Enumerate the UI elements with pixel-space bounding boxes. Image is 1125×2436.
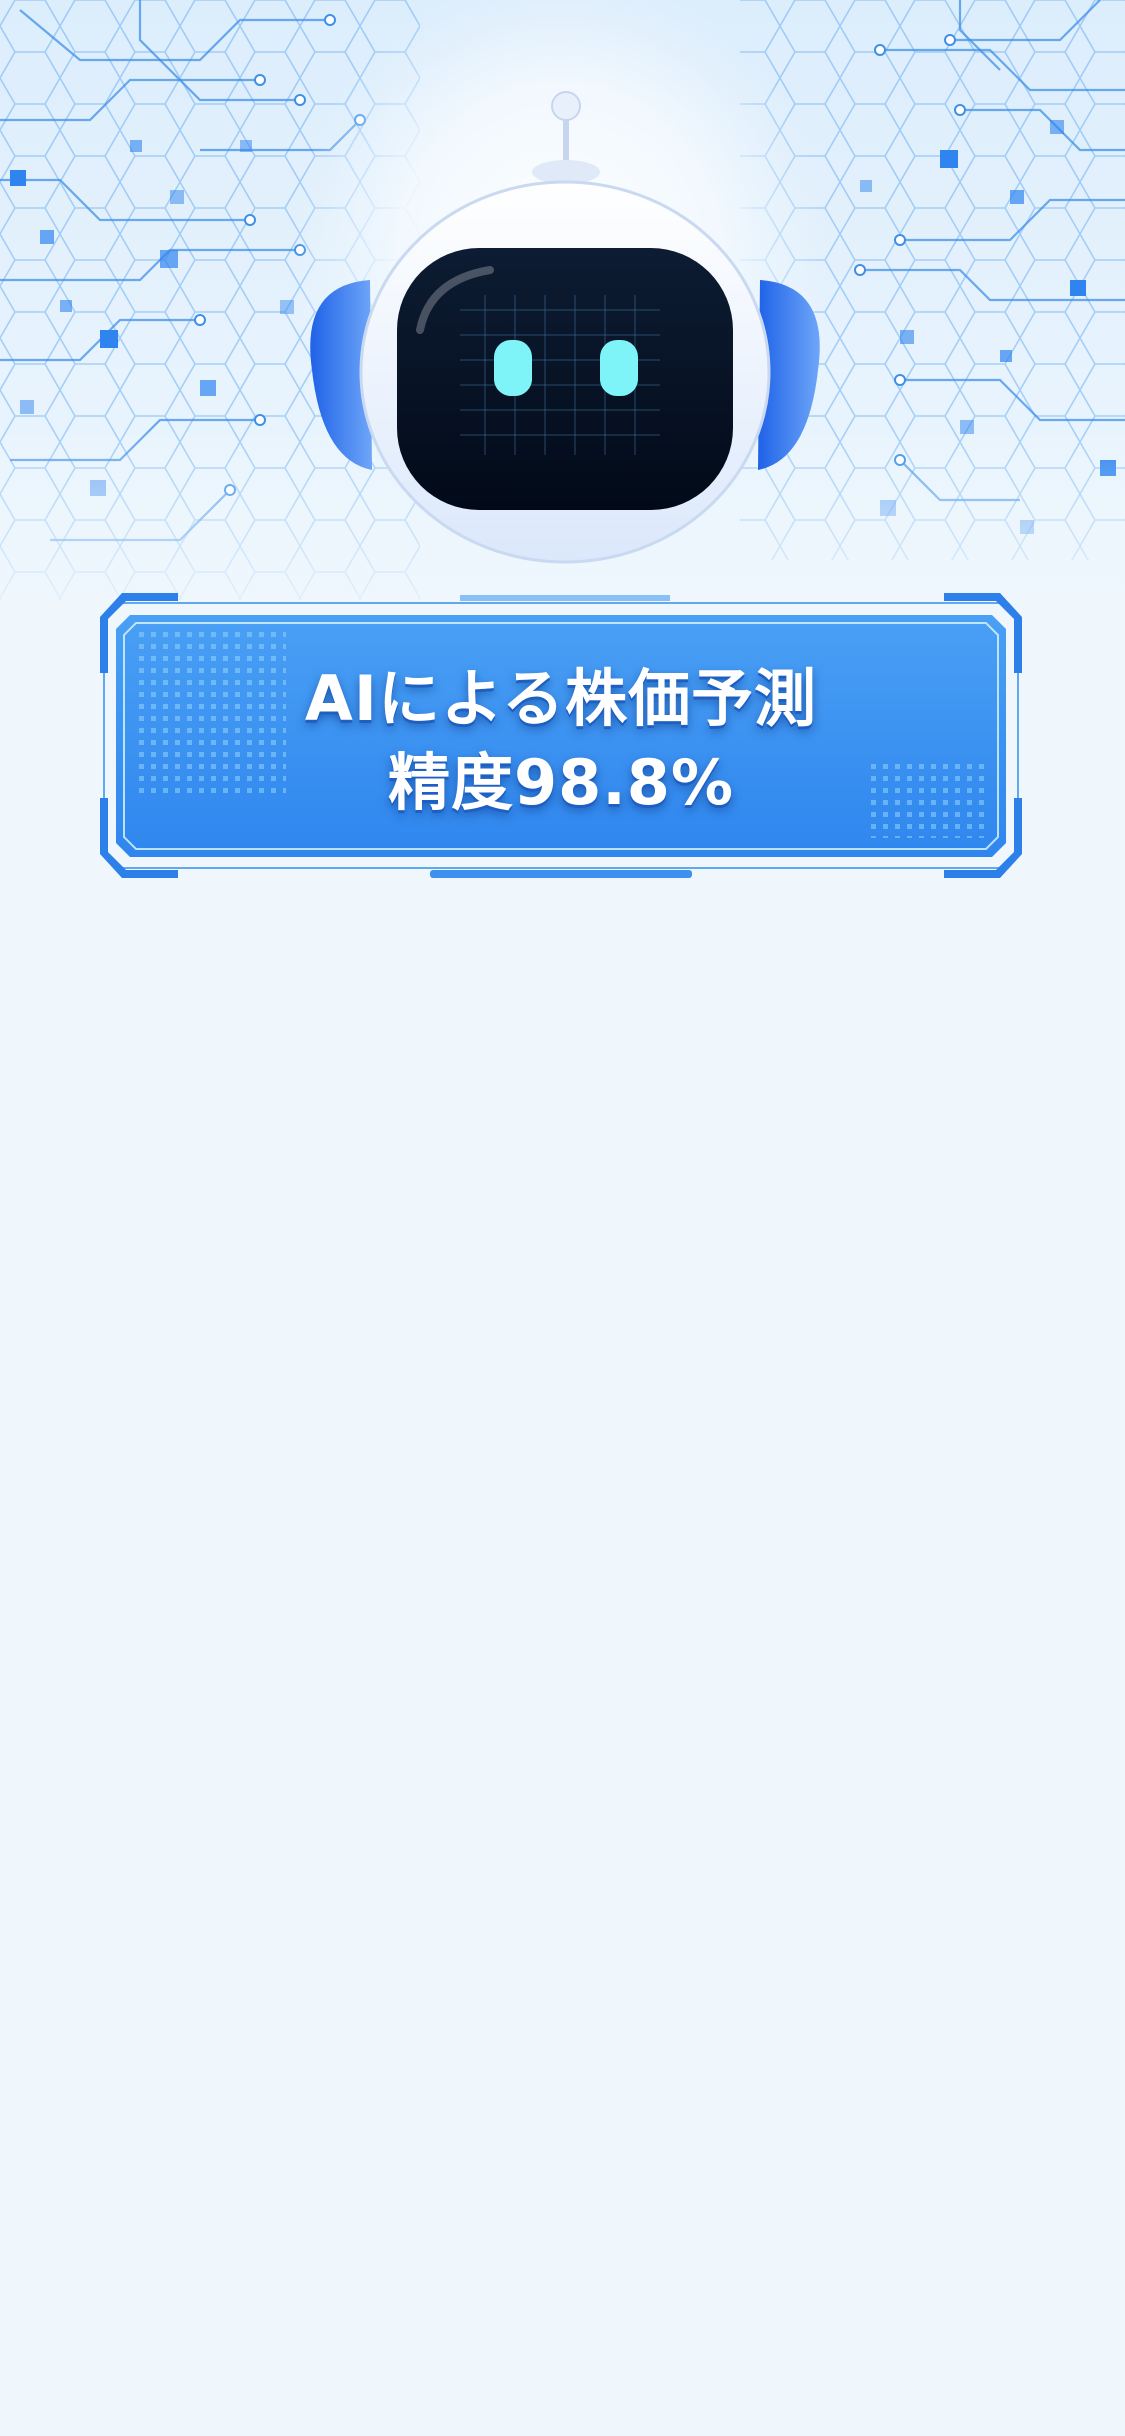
hero-illustration <box>0 0 1125 640</box>
accuracy-banner: AIによる株価予測 精度98.8% <box>100 593 1022 878</box>
banner-accuracy: 精度98.8% <box>387 745 735 819</box>
banner-title: AIによる株価予測 <box>304 661 818 735</box>
banner-text: AIによる株価予測 精度98.8% <box>100 593 1022 878</box>
screen: AIによる株価予測 精度98.8% <box>0 0 1125 2436</box>
circuit-background <box>0 0 1125 640</box>
